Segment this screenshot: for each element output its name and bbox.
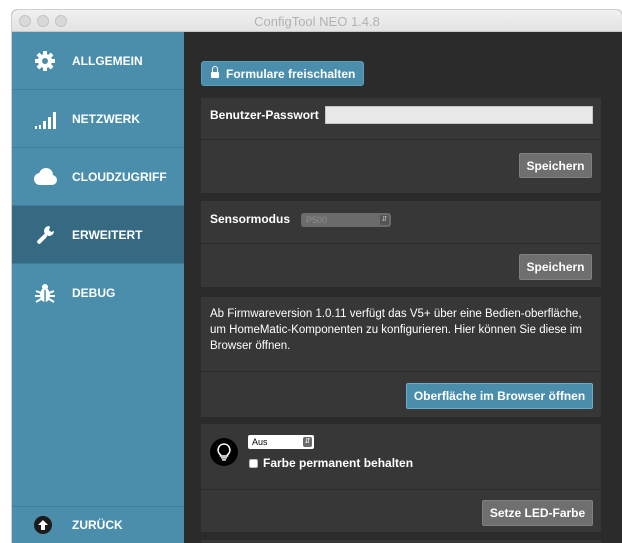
lightbulb-icon xyxy=(210,438,238,466)
led-panel: Aus ⇵ Farbe permanent behalten Setze LED… xyxy=(201,424,601,532)
open-browser-button[interactable]: Oberfläche im Browser öffnen xyxy=(406,383,593,409)
sidebar-item-cloudzugriff[interactable]: CLOUDZUGRIFF xyxy=(12,148,184,206)
back-button[interactable]: ZURÜCK xyxy=(12,506,184,543)
sensor-mode-value: P500 xyxy=(306,215,328,225)
unlock-forms-label: Formulare freischalten xyxy=(226,66,356,81)
save-sensor-button[interactable]: Speichern xyxy=(519,254,592,280)
sidebar-item-debug[interactable]: DEBUG xyxy=(12,264,184,322)
signal-bars-icon xyxy=(32,106,58,132)
gear-icon xyxy=(32,48,58,74)
select-arrows-icon: ⇵ xyxy=(303,437,312,447)
keep-color-checkbox[interactable] xyxy=(249,459,258,468)
lock-icon xyxy=(211,66,219,79)
window-title: ConfigTool NEO 1.4.8 xyxy=(254,14,380,29)
sensor-mode-label: Sensormodus xyxy=(210,212,291,226)
arrow-up-circle-icon xyxy=(34,516,52,534)
led-mode-select[interactable]: Aus ⇵ xyxy=(248,435,314,449)
sidebar-item-label: NETZWERK xyxy=(72,111,140,126)
sidebar-item-label: CLOUDZUGRIFF xyxy=(72,169,167,184)
sidebar: ALLGEMEIN NETZWERK CLOUDZUGRIFF ERWEITER… xyxy=(12,32,184,543)
browser-panel: Ab Firmwareversion 1.0.11 verfügt das V5… xyxy=(201,297,601,417)
panel-divider xyxy=(201,139,601,140)
select-arrows-icon: ⇵ xyxy=(380,215,389,225)
led-mode-value: Aus xyxy=(252,437,268,447)
cloud-icon xyxy=(32,164,58,190)
sidebar-item-label: ALLGEMEIN xyxy=(72,53,143,68)
password-label: Benutzer-Passwort xyxy=(210,108,319,122)
sensor-panel: Sensormodus P500 ⇵ Speichern xyxy=(201,201,601,287)
unlock-forms-button[interactable]: Formulare freischalten xyxy=(201,61,364,86)
back-label: ZURÜCK xyxy=(72,518,123,532)
sidebar-item-erweitert[interactable]: ERWEITERT xyxy=(12,206,184,264)
sidebar-item-label: ERWEITERT xyxy=(72,227,143,242)
sidebar-item-allgemein[interactable]: ALLGEMEIN xyxy=(12,32,184,90)
save-password-button[interactable]: Speichern xyxy=(519,153,592,178)
password-panel: Benutzer-Passwort Speichern xyxy=(201,98,601,193)
bug-icon xyxy=(32,280,58,306)
set-led-color-button[interactable]: Setze LED-Farbe xyxy=(482,500,593,526)
wrench-icon xyxy=(32,222,58,248)
panel-divider xyxy=(201,371,601,372)
panel-divider xyxy=(201,489,601,490)
sidebar-item-label: DEBUG xyxy=(72,286,116,300)
password-input[interactable] xyxy=(325,106,593,124)
panel-divider xyxy=(201,243,601,244)
sidebar-item-netzwerk[interactable]: NETZWERK xyxy=(12,90,184,148)
title-bar[interactable]: ConfigTool NEO 1.4.8 xyxy=(12,10,622,32)
browser-info-text: Ab Firmwareversion 1.0.11 verfügt das V5… xyxy=(210,308,583,352)
sensor-mode-select[interactable]: P500 ⇵ xyxy=(301,213,391,227)
app-window: ConfigTool NEO 1.4.8 ALLGEMEIN NETZWERK … xyxy=(12,10,622,543)
main-content: Formulare freischalten Benutzer-Passwort… xyxy=(184,32,622,543)
keep-color-label: Farbe permanent behalten xyxy=(263,456,414,470)
